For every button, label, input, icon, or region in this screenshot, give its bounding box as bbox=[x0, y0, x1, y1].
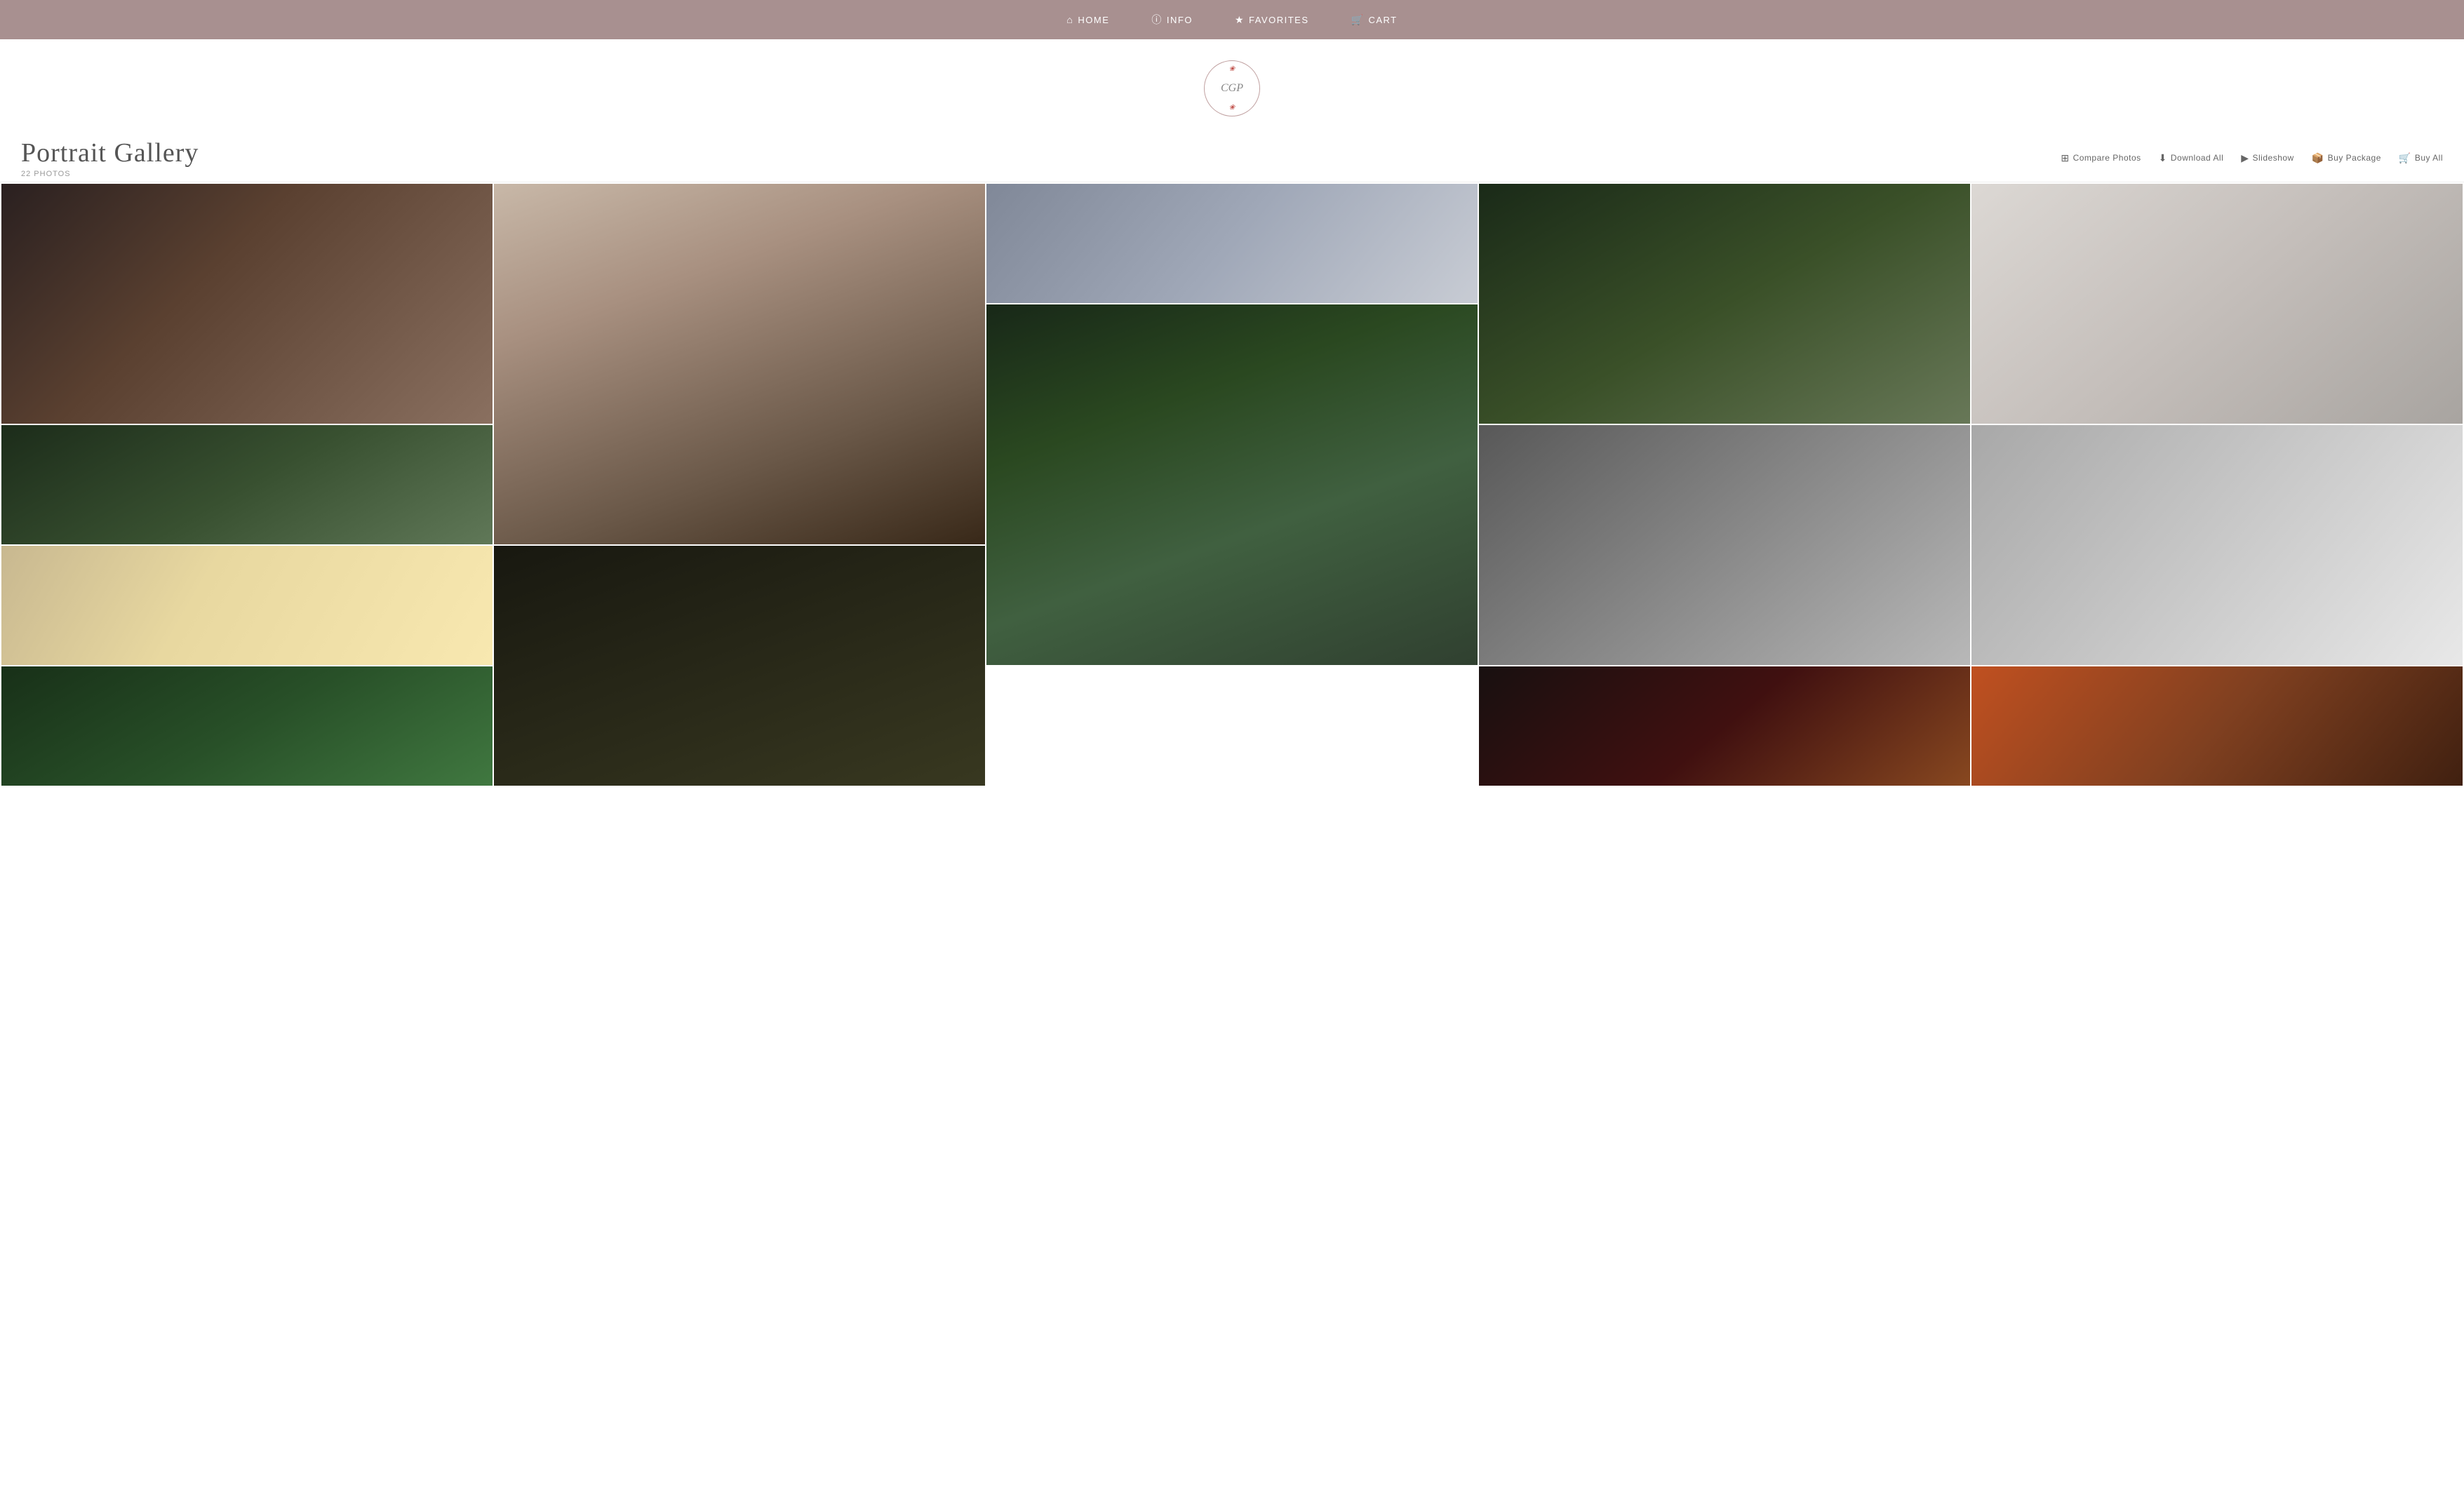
gallery-title-area: Portrait Gallery 22 PHOTOS bbox=[21, 137, 199, 178]
slideshow-button[interactable]: ▶ Slideshow bbox=[2241, 152, 2294, 164]
nav-cart-label: CART bbox=[1368, 15, 1397, 25]
logo-area: CGP bbox=[0, 39, 2464, 130]
gallery-header: Portrait Gallery 22 PHOTOS ⊞ Compare Pho… bbox=[0, 130, 2464, 182]
logo-text: CGP bbox=[1221, 82, 1243, 95]
cart2-icon: 🛒 bbox=[2399, 152, 2411, 164]
nav-home-label: HOME bbox=[1078, 15, 1109, 25]
star-icon: ★ bbox=[1235, 14, 1245, 26]
compare-icon: ⊞ bbox=[2061, 152, 2069, 164]
buyall-label: Buy All bbox=[2415, 153, 2443, 163]
cart-icon: 🛒 bbox=[1351, 14, 1365, 26]
gallery-section bbox=[0, 182, 2464, 787]
download-icon: ⬇ bbox=[2159, 152, 2167, 164]
download-label: Download All bbox=[2171, 153, 2223, 163]
buy-all-button[interactable]: 🛒 Buy All bbox=[2399, 152, 2443, 164]
download-all-button[interactable]: ⬇ Download All bbox=[2159, 152, 2224, 164]
photo-woman-portrait[interactable] bbox=[1971, 184, 2463, 424]
photo-woman-forest[interactable] bbox=[1479, 184, 1970, 424]
nav-home[interactable]: ⌂ HOME bbox=[1066, 14, 1109, 25]
photo-fire-scene[interactable] bbox=[1479, 666, 1970, 786]
play-icon: ▶ bbox=[2241, 152, 2249, 164]
package-icon: 📦 bbox=[2312, 152, 2324, 164]
photo-woman-bridge[interactable] bbox=[1, 184, 493, 424]
photo-curly-woman[interactable] bbox=[1, 425, 493, 544]
gallery-actions: ⊞ Compare Photos ⬇ Download All ▶ Slides… bbox=[2061, 152, 2443, 164]
compare-photos-button[interactable]: ⊞ Compare Photos bbox=[2061, 152, 2141, 164]
photo-man-tree[interactable] bbox=[1, 546, 493, 665]
photo-colorful-scene[interactable] bbox=[1971, 666, 2463, 786]
photo-woman-plants[interactable] bbox=[986, 304, 1478, 665]
photo-woman-stairs[interactable] bbox=[986, 184, 1478, 303]
nav-favorites-label: FAVORITES bbox=[1249, 15, 1309, 25]
nav-info[interactable]: ⓘ INFO bbox=[1151, 13, 1193, 27]
buy-package-button[interactable]: 📦 Buy Package bbox=[2312, 152, 2381, 164]
gallery-title: Portrait Gallery bbox=[21, 137, 199, 168]
package-label: Buy Package bbox=[2328, 153, 2381, 163]
photo-woman-bun[interactable] bbox=[494, 184, 985, 544]
nav-favorites[interactable]: ★ FAVORITES bbox=[1235, 14, 1309, 26]
photo-woman-flower-head[interactable] bbox=[494, 546, 985, 786]
slideshow-label: Slideshow bbox=[2253, 153, 2294, 163]
photo-count: 22 PHOTOS bbox=[21, 170, 199, 178]
compare-label: Compare Photos bbox=[2073, 153, 2141, 163]
photo-mosaic bbox=[0, 182, 2464, 787]
photo-leaf[interactable] bbox=[1, 666, 493, 786]
photo-greenhouse-bw[interactable] bbox=[1971, 425, 2463, 665]
main-nav: ⌂ HOME ⓘ INFO ★ FAVORITES 🛒 CART bbox=[0, 0, 2464, 39]
nav-cart[interactable]: 🛒 CART bbox=[1351, 14, 1398, 26]
logo: CGP bbox=[1204, 60, 1260, 116]
photo-woman-water-bw[interactable] bbox=[1479, 425, 1970, 665]
home-icon: ⌂ bbox=[1066, 14, 1073, 25]
nav-info-label: INFO bbox=[1167, 15, 1193, 25]
info-icon: ⓘ bbox=[1151, 13, 1163, 27]
